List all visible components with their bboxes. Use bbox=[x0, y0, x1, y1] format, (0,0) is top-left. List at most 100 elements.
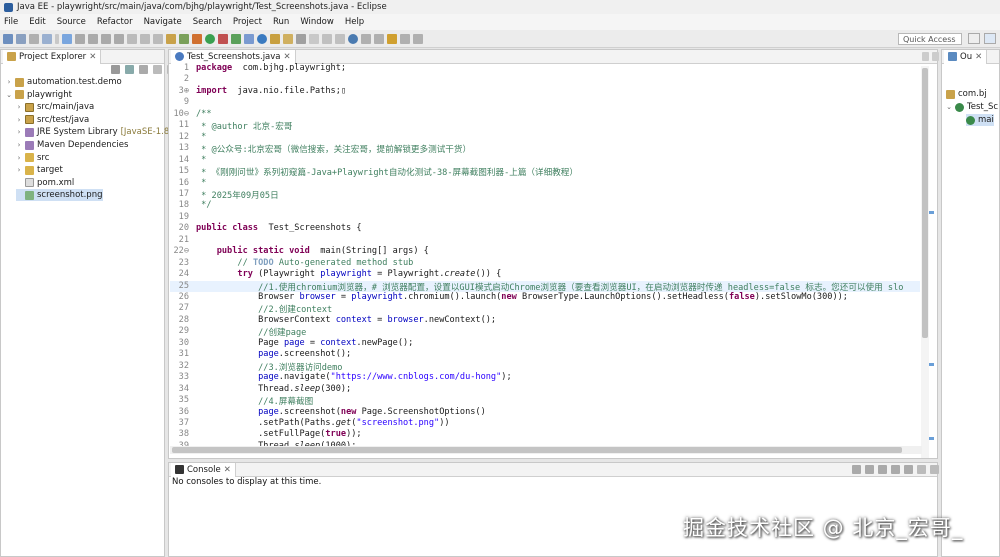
code-line[interactable]: 17 * 2025年09月05日 bbox=[170, 189, 920, 201]
code-line[interactable]: 25 //1.使用chromium浏览器，# 浏览器配置，设置以GUI模式启动C… bbox=[170, 280, 920, 293]
code-line[interactable]: 28 BrowserContext context = browser.newC… bbox=[170, 315, 920, 326]
menu-file[interactable]: File bbox=[4, 17, 18, 27]
new-java-project-icon[interactable] bbox=[231, 33, 241, 44]
toggle-icon[interactable] bbox=[62, 33, 72, 44]
quick-access-input[interactable]: Quick Access bbox=[898, 33, 962, 45]
menu-window[interactable]: Window bbox=[300, 17, 334, 27]
code-line[interactable]: 9 bbox=[170, 97, 920, 108]
previous-annotation-icon[interactable] bbox=[374, 33, 384, 44]
maximize-icon[interactable] bbox=[932, 52, 939, 61]
menu-source[interactable]: Source bbox=[57, 17, 86, 27]
java-ee-perspective-icon[interactable] bbox=[984, 33, 996, 44]
code-line[interactable]: 26 Browser browser = playwright.chromium… bbox=[170, 292, 920, 303]
menu-project[interactable]: Project bbox=[233, 17, 262, 27]
new-icon[interactable] bbox=[3, 33, 13, 44]
overview-ruler-marker[interactable] bbox=[929, 363, 934, 366]
run-icon[interactable] bbox=[205, 33, 215, 44]
tree-item[interactable]: › src/test/java bbox=[16, 114, 90, 126]
maximize-icon[interactable] bbox=[930, 465, 939, 474]
link-editor-icon[interactable] bbox=[125, 65, 134, 74]
open-perspective-icon[interactable] bbox=[968, 33, 980, 44]
code-line[interactable]: 24 try (Playwright playwright = Playwrig… bbox=[170, 269, 920, 280]
close-icon[interactable]: ✕ bbox=[224, 465, 231, 475]
menu-refactor[interactable]: Refactor bbox=[97, 17, 133, 27]
code-line[interactable]: 15 * 《刚刚问世》系列初窥篇-Java+Playwright自动化测试-38… bbox=[170, 166, 920, 178]
code-line[interactable]: 31 page.screenshot(); bbox=[170, 349, 920, 360]
open-type-icon[interactable] bbox=[270, 33, 280, 44]
tree-item[interactable]: › target bbox=[16, 164, 63, 176]
tree-item[interactable]: › Maven Dependencies bbox=[16, 139, 129, 151]
outline-tab[interactable]: Ou ✕ bbox=[944, 49, 988, 64]
new-package-icon[interactable] bbox=[244, 33, 254, 44]
tree-item[interactable]: › automation.test.demo bbox=[6, 76, 122, 88]
menu-edit[interactable]: Edit bbox=[29, 17, 45, 27]
outline-item[interactable]: mai bbox=[966, 114, 994, 126]
step-over-icon[interactable] bbox=[140, 33, 150, 44]
editor-tab-test-screenshots[interactable]: Test_Screenshots.java ✕ bbox=[171, 49, 296, 64]
code-line[interactable]: 34 Thread.sleep(300); bbox=[170, 384, 920, 395]
tree-item[interactable]: › JRE System Library [JavaSE-1.8] bbox=[16, 126, 173, 138]
code-line[interactable]: 16 * bbox=[170, 178, 920, 189]
external-tools-icon[interactable] bbox=[218, 33, 228, 44]
skip-icon[interactable] bbox=[75, 33, 85, 44]
clear-console-icon[interactable] bbox=[852, 465, 861, 474]
code-line[interactable]: 30 Page page = context.newPage(); bbox=[170, 338, 920, 349]
code-line[interactable]: 27 //2.创建context bbox=[170, 303, 920, 315]
suspend-icon[interactable] bbox=[88, 33, 98, 44]
code-line[interactable]: 37 .setPath(Paths.get("screenshot.png")) bbox=[170, 418, 920, 429]
code-line[interactable]: 38 .setFullPage(true)); bbox=[170, 429, 920, 440]
expanded-arrow-icon[interactable]: ⌄ bbox=[6, 91, 12, 99]
outline-item[interactable]: com.bj bbox=[946, 88, 987, 100]
minimize-icon[interactable] bbox=[153, 65, 162, 74]
collapsed-arrow-icon[interactable]: › bbox=[6, 78, 12, 86]
print-icon[interactable] bbox=[42, 33, 52, 44]
back-icon[interactable] bbox=[400, 33, 410, 44]
collapsed-arrow-icon[interactable]: › bbox=[16, 141, 22, 149]
code-line[interactable]: 1 package com.bjhg.playwright; bbox=[170, 63, 920, 74]
next-annotation-icon[interactable] bbox=[361, 33, 371, 44]
code-line[interactable]: 20 public class Test_Screenshots { bbox=[170, 223, 920, 234]
code-line[interactable]: 22⊖ public static void main(String[] arg… bbox=[170, 246, 920, 257]
code-editor[interactable]: 1 package com.bjhg.playwright; 2 3⊕ import j… bbox=[170, 63, 920, 450]
save-all-icon[interactable] bbox=[29, 33, 39, 44]
code-line[interactable]: 12 * bbox=[170, 132, 920, 143]
forward-icon[interactable] bbox=[413, 33, 423, 44]
search-icon[interactable] bbox=[296, 33, 306, 44]
editor-scrollbar-thumb[interactable] bbox=[922, 68, 928, 338]
code-line[interactable]: 21 bbox=[170, 235, 920, 246]
editor-vertical-scrollbar[interactable] bbox=[921, 66, 929, 458]
tools-icon[interactable] bbox=[179, 33, 189, 44]
code-line[interactable]: 3⊕ import java.nio.file.Paths;▯ bbox=[170, 86, 920, 97]
code-line[interactable]: 10⊖ /** bbox=[170, 109, 920, 120]
show-whitespace-icon[interactable] bbox=[335, 33, 345, 44]
code-line[interactable]: 33 page.navigate("https://www.cnblogs.co… bbox=[170, 372, 920, 383]
console-tab[interactable]: Console ✕ bbox=[171, 462, 236, 477]
code-line[interactable]: 19 bbox=[170, 212, 920, 223]
disconnect-icon[interactable] bbox=[114, 33, 124, 44]
close-icon[interactable]: ✕ bbox=[975, 52, 982, 62]
toggle-block-icon[interactable] bbox=[322, 33, 332, 44]
overview-ruler-marker[interactable] bbox=[929, 437, 934, 440]
overview-ruler-marker[interactable] bbox=[929, 211, 934, 214]
collapsed-arrow-icon[interactable]: › bbox=[16, 103, 22, 111]
view-menu-icon[interactable] bbox=[139, 65, 148, 74]
editor-hscroll-thumb[interactable] bbox=[172, 447, 902, 453]
code-line[interactable]: 18 */ bbox=[170, 200, 920, 211]
tree-item[interactable]: screenshot.png bbox=[16, 189, 103, 202]
collapsed-arrow-icon[interactable]: › bbox=[16, 128, 22, 136]
code-line[interactable]: 11 * @author 北京-宏哥 bbox=[170, 120, 920, 132]
tree-item[interactable]: › src/main/java bbox=[16, 101, 95, 113]
code-line[interactable]: 13 * @公众号:北京宏哥（微信搜索，关注宏哥，提前解锁更多测试干货） bbox=[170, 143, 920, 155]
code-line[interactable]: 35 //4.屏幕截图 bbox=[170, 395, 920, 407]
outline-item[interactable]: ⌄ Test_Sc bbox=[946, 101, 998, 113]
scroll-lock-icon[interactable] bbox=[865, 465, 874, 474]
menu-search[interactable]: Search bbox=[193, 17, 222, 27]
collapsed-arrow-icon[interactable]: › bbox=[16, 166, 22, 174]
close-icon[interactable]: ✕ bbox=[89, 52, 96, 62]
open-task-icon[interactable] bbox=[283, 33, 293, 44]
editor-horizontal-scrollbar[interactable] bbox=[170, 446, 922, 454]
debug-icon[interactable] bbox=[192, 33, 202, 44]
collapsed-arrow-icon[interactable]: › bbox=[16, 154, 22, 162]
tree-item[interactable]: ⌄ playwright bbox=[6, 89, 72, 101]
code-line[interactable]: 23 // TODO Auto-generated method stub bbox=[170, 258, 920, 269]
